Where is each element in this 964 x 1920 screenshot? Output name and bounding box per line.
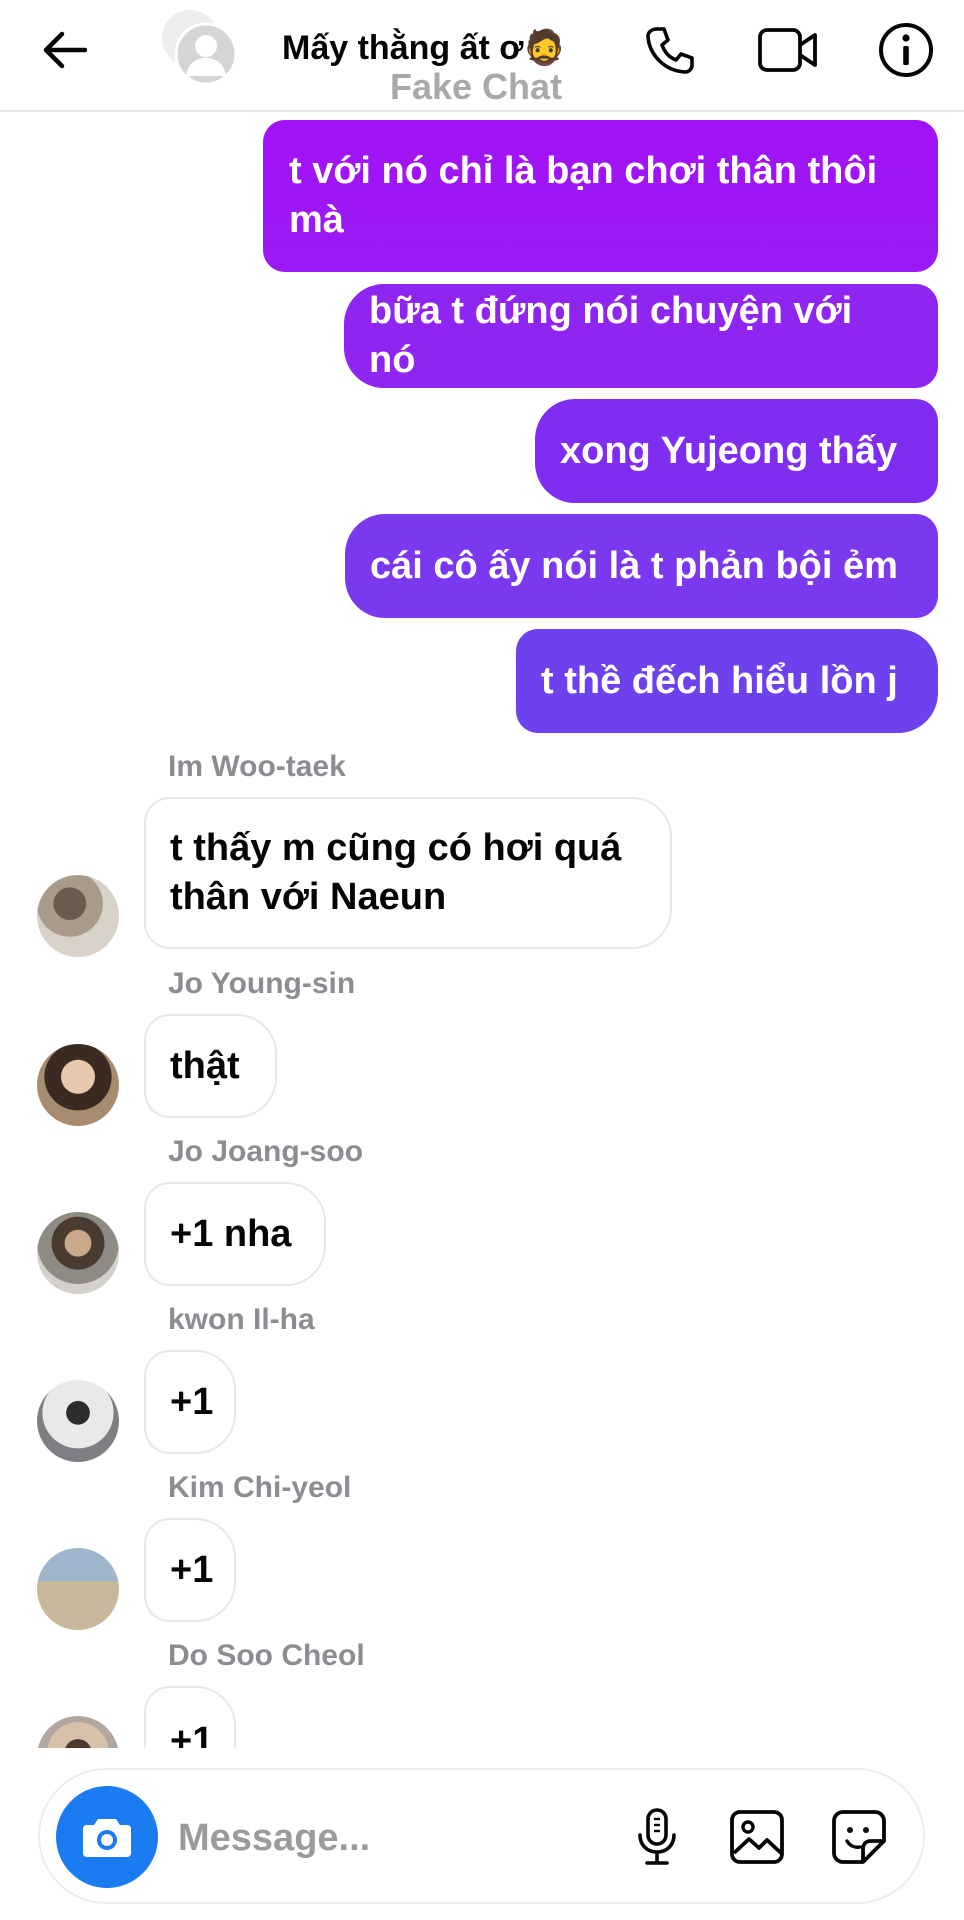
group-avatar[interactable]	[158, 6, 238, 86]
message-bubble: +1	[144, 1518, 236, 1622]
chat-header: Mấy thằng ất ơ🧔 Fake Chat	[0, 0, 964, 112]
message-bubble: t thề đếch hiểu lồn j	[516, 629, 938, 733]
avatar[interactable]	[37, 1716, 119, 1748]
camera-button[interactable]	[56, 1786, 158, 1888]
message-bubble: cái cô ấy nói là t phản bội ẻm	[345, 514, 938, 618]
message-bubble: +1	[144, 1350, 236, 1454]
avatar[interactable]	[37, 1380, 119, 1462]
sender-name: Jo Joang-soo	[168, 1135, 364, 1168]
camera-icon	[83, 1819, 131, 1857]
message-bubble: xong Yujeong thấy	[535, 399, 938, 503]
info-button[interactable]	[870, 14, 942, 86]
outgoing-message[interactable]: t thề đếch hiểu lồn j	[516, 629, 938, 733]
message-bubble: t với nó chỉ là bạn chơi thân thôi mà	[263, 120, 938, 272]
message-bubble: +1	[144, 1686, 236, 1748]
video-camera-icon	[758, 28, 817, 72]
sender-name: Do Soo Cheol	[168, 1639, 365, 1672]
outgoing-message[interactable]: cái cô ấy nói là t phản bội ẻm	[345, 514, 938, 618]
message-bubble: +1 nha	[144, 1182, 326, 1286]
phone-icon	[646, 27, 694, 74]
message-bubble: t thấy m cũng có hơi quá thân với Naeun	[144, 797, 672, 949]
outgoing-message[interactable]: t với nó chỉ là bạn chơi thân thôi mà	[263, 120, 938, 272]
avatar[interactable]	[37, 875, 119, 957]
call-button[interactable]	[634, 14, 706, 86]
sticker-icon	[832, 1810, 886, 1864]
sender-name: kwon Il-ha	[168, 1303, 315, 1336]
message-input[interactable]	[178, 1810, 518, 1866]
microphone-icon	[638, 1808, 676, 1865]
voice-button[interactable]	[624, 1804, 690, 1870]
gallery-button[interactable]	[724, 1804, 790, 1870]
watermark: Fake Chat	[390, 66, 563, 107]
default-avatar-icon	[162, 10, 238, 86]
avatar[interactable]	[37, 1044, 119, 1126]
chat-title[interactable]: Mấy thằng ất ơ🧔	[282, 28, 566, 68]
video-call-button[interactable]	[752, 14, 824, 86]
sticker-button[interactable]	[826, 1804, 892, 1870]
outgoing-message[interactable]: bữa t đứng nói chuyện với nó	[344, 284, 938, 388]
sender-name: Im Woo-taek	[168, 750, 346, 783]
info-icon	[879, 23, 933, 77]
back-button[interactable]	[34, 22, 94, 78]
avatar[interactable]	[37, 1212, 119, 1294]
message-composer	[38, 1768, 925, 1904]
arrow-left-icon	[43, 31, 87, 69]
message-bubble: bữa t đứng nói chuyện với nó	[344, 284, 938, 388]
image-icon	[730, 1810, 784, 1864]
avatar[interactable]	[37, 1548, 119, 1630]
sender-name: Jo Young-sin	[168, 967, 356, 1000]
message-bubble: thật	[144, 1014, 277, 1118]
sender-name: Kim Chi-yeol	[168, 1471, 352, 1504]
message-list[interactable]: t với nó chỉ là bạn chơi thân thôi mà bữ…	[0, 114, 964, 1748]
outgoing-message[interactable]: xong Yujeong thấy	[535, 399, 938, 503]
